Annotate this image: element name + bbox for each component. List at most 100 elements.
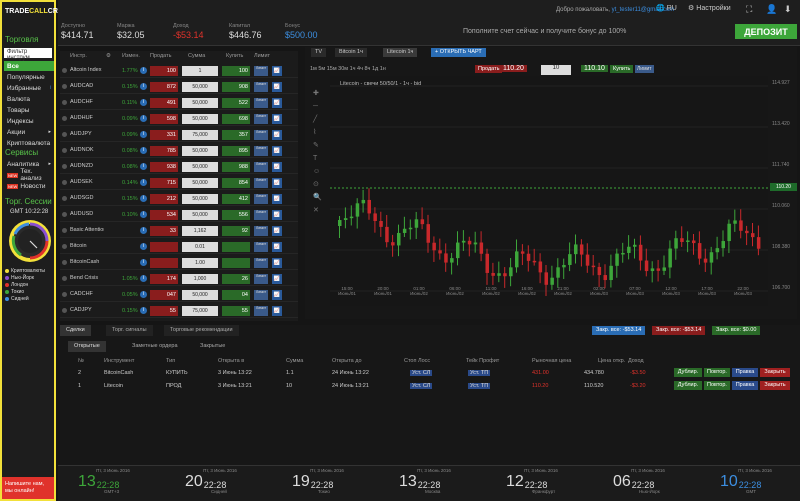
instrument-row[interactable]: AUDNZD 0.08% i 938 50,000 988 Лимит 📈 (60, 160, 298, 174)
tab-signals[interactable]: Торг. сигналы (106, 325, 153, 336)
instrument-row[interactable]: AUDNOK 0.08% i 785 50,000 895 Лимит 📈 (60, 144, 298, 158)
limit-button[interactable]: Лимит (254, 146, 268, 156)
trade-action-button[interactable]: Правка (732, 381, 758, 390)
info-icon[interactable]: i (140, 147, 147, 154)
trade-action-button[interactable]: Правка (732, 368, 758, 377)
instrument-row[interactable]: AUDCHF 0.11% i 491 50,000 522 Лимит 📈 (60, 96, 298, 110)
deposit-button[interactable]: ДЕПОЗИТ (735, 24, 797, 39)
settings-button[interactable]: ⚙ Настройки (688, 4, 731, 13)
amount-input[interactable]: 50,000 (182, 194, 218, 204)
col-header[interactable]: Инструмент (104, 358, 134, 364)
chart-icon[interactable]: 📈 (272, 194, 282, 204)
limit-button[interactable]: Лимит (254, 290, 268, 300)
open-chart-button[interactable]: + ОТКРЫТЬ ЧАРТ (431, 48, 486, 57)
sell-button[interactable]: 331 (150, 130, 178, 140)
info-icon[interactable]: i (140, 115, 147, 122)
chart-icon[interactable]: 📈 (272, 306, 282, 316)
chart-buy-button[interactable]: Купить (610, 65, 634, 73)
sell-button[interactable]: 33 (150, 226, 178, 236)
chart-icon[interactable]: 📈 (272, 242, 282, 252)
sell-button[interactable]: 534 (150, 210, 178, 220)
chart-sell-button[interactable]: Продать (475, 65, 503, 73)
sell-button[interactable]: 598 (150, 114, 178, 124)
col-header[interactable]: Сумма (286, 358, 303, 364)
sell-button[interactable]: 715 (150, 178, 178, 188)
buy-button[interactable]: 100 (222, 66, 250, 76)
chat-help-button[interactable]: Напишите нам, мы онлайн! (2, 477, 54, 499)
tab-litecoin[interactable]: Litecoin 1ч (383, 48, 418, 57)
buy-button[interactable]: 556 (222, 210, 250, 220)
limit-button[interactable]: Лимит (254, 306, 268, 316)
buy-button[interactable]: 26 (222, 274, 250, 284)
amount-input[interactable]: 75,000 (182, 130, 218, 140)
trade-action-button[interactable]: Дублир. (674, 368, 702, 377)
buy-button[interactable]: 04 (222, 290, 250, 300)
limit-button[interactable]: Лимит (254, 242, 268, 252)
sidebar-item-7[interactable]: Криптовалюта (4, 138, 54, 148)
set-takeprofit-button[interactable]: Уст. ТП (468, 383, 491, 389)
buy-button[interactable]: 988 (222, 162, 250, 172)
instrument-row[interactable]: CADCHF 0.05% i 047 50,000 04 Лимит 📈 (60, 288, 298, 302)
info-icon[interactable]: i (140, 83, 147, 90)
info-icon[interactable]: i (140, 291, 147, 298)
subtab-open[interactable]: Открытые (68, 341, 106, 352)
limit-button[interactable]: Лимит (254, 98, 268, 108)
sidebar-item-3[interactable]: Валюта (4, 94, 54, 104)
tab-recommendations[interactable]: Торговые рекомендации (164, 325, 239, 336)
sell-button[interactable]: 491 (150, 98, 178, 108)
close-profits-button[interactable]: Закр. все: $0.00 (712, 326, 761, 335)
candlestick-chart[interactable]: Litecoin - свечи 50/50/1 - 1ч - bid (330, 76, 768, 306)
limit-button[interactable]: Лимит (254, 274, 268, 284)
amount-input[interactable]: 1 (182, 66, 218, 76)
col-header[interactable]: Тип (166, 358, 175, 364)
chart-icon[interactable]: 📈 (272, 114, 282, 124)
buy-button[interactable] (222, 242, 250, 252)
limit-button[interactable]: Лимит (254, 130, 268, 140)
trade-row[interactable]: 1 Litecoin ПРОД 3 Июнь 13:21 10 24 Июнь 13:21… (60, 380, 800, 392)
chart-icon[interactable]: 📈 (272, 258, 282, 268)
col-header[interactable]: Доход (628, 358, 644, 364)
info-icon[interactable]: i (140, 99, 147, 106)
instrument-row[interactable]: BitcoinCash i 1.00 Лимит 📈 (60, 256, 298, 270)
chart-icon[interactable]: 📈 (272, 146, 282, 156)
instrument-row[interactable]: Altcoin Index 1.77% i 100 1 100 Лимит 📈 (60, 64, 298, 78)
chart-icon[interactable]: 📈 (272, 98, 282, 108)
amount-input[interactable]: 50,000 (182, 114, 218, 124)
amount-input[interactable]: 1.00 (182, 258, 218, 268)
chart-icon[interactable]: 📈 (272, 162, 282, 172)
tab-trades[interactable]: Сделки (60, 325, 91, 336)
amount-input[interactable]: 50,000 (182, 210, 218, 220)
limit-button[interactable]: Лимит (254, 82, 268, 92)
buy-button[interactable]: 357 (222, 130, 250, 140)
col-header[interactable]: Открыта до (332, 358, 362, 364)
trade-action-button[interactable]: Повтор. (704, 381, 730, 390)
instrument-row[interactable]: AUDJPY 0.09% i 331 75,000 357 Лимит 📈 (60, 128, 298, 142)
instrument-row[interactable]: CADJPY 0.15% i 55 75,000 55 Лимит 📈 (60, 304, 298, 318)
instrument-row[interactable]: AUDSEK 0.14% i 715 50,000 854 Лимит 📈 (60, 176, 298, 190)
instrument-row[interactable]: Bitcoin i 0.01 Лимит 📈 (60, 240, 298, 254)
buy-button[interactable]: 854 (222, 178, 250, 188)
sidebar-item-5[interactable]: Индексы (4, 116, 54, 126)
col-limit[interactable]: Лимит (254, 53, 270, 59)
trade-action-button[interactable]: Закрыть (760, 368, 790, 377)
amount-input[interactable]: 1,000 (182, 274, 218, 284)
info-icon[interactable]: i (140, 275, 147, 282)
col-buy[interactable]: Купить (226, 53, 243, 59)
chart-icon[interactable]: 📈 (272, 66, 282, 76)
limit-button[interactable]: Лимит (254, 226, 268, 236)
limit-button[interactable]: Лимит (254, 162, 268, 172)
user-icon[interactable]: 👤 (766, 4, 777, 15)
chart-icon[interactable]: 📈 (272, 210, 282, 220)
amount-input[interactable]: 50,000 (182, 290, 218, 300)
download-icon[interactable]: ⬇ (784, 4, 792, 15)
limit-button[interactable]: Лимит (254, 258, 268, 268)
trade-row[interactable]: 2 BitcoinCash КУПИТЬ 3 Июнь 13:22 1.1 24 Июнь… (60, 367, 800, 379)
sell-button[interactable]: 100 (150, 66, 178, 76)
buy-button[interactable]: 92 (222, 226, 250, 236)
amount-input[interactable]: 50,000 (182, 98, 218, 108)
sell-button[interactable]: 55 (150, 306, 178, 316)
col-change[interactable]: Измен. (122, 53, 140, 59)
chart-limit-button[interactable]: Лимит (635, 65, 654, 73)
amount-input[interactable]: 1,162 (182, 226, 218, 236)
col-header[interactable]: Стоп Лосс (404, 358, 430, 364)
